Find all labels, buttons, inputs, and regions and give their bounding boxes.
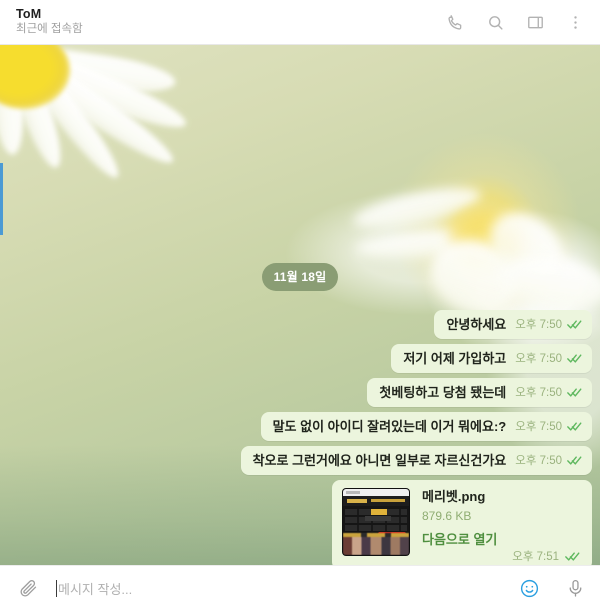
message-meta: 오후 7:50 (515, 418, 582, 435)
message-time: 오후 7:50 (515, 387, 562, 399)
microphone-icon[interactable] (564, 578, 586, 600)
read-receipt-icon (567, 387, 582, 397)
date-separator: 11월 18일 (261, 263, 339, 291)
file-size: 879.6 KB (422, 509, 472, 523)
message-text: 말도 없이 아이디 잘려있는데 이거 뭐에요:? (272, 419, 507, 434)
chat-header: ToM 최근에 접속함 (0, 0, 600, 45)
contact-info[interactable]: ToM 최근에 접속함 (16, 7, 444, 37)
file-name: 메리벳.png (422, 489, 486, 504)
chat-window: ToM 최근에 접속함 11월 18일 안녕하세요 오후 7:50 저기 어제 … (0, 0, 600, 611)
text-cursor (56, 580, 57, 597)
side-panel-icon[interactable] (524, 11, 546, 33)
file-info: 메리벳.png 879.6 KB 다음으로 열기 오후 7:51 (422, 488, 580, 564)
message-text: 저기 어제 가입하고 (403, 351, 507, 366)
read-receipt-icon (567, 421, 582, 431)
message-bubble[interactable]: 첫베팅하고 당첨 됐는데 오후 7:50 (367, 378, 592, 407)
message-time: 오후 7:50 (515, 455, 562, 467)
read-receipt-icon (565, 551, 580, 561)
smiley-icon[interactable] (518, 578, 540, 600)
message-time: 오후 7:50 (515, 421, 562, 433)
message-bubble[interactable]: 말도 없이 아이디 잘려있는데 이거 뭐에요:? 오후 7:50 (260, 412, 592, 441)
read-receipt-icon (567, 353, 582, 363)
file-thumbnail-icon[interactable] (342, 488, 410, 556)
chat-scroll-area[interactable]: 11월 18일 안녕하세요 오후 7:50 저기 어제 가입하고 오후 7:50 (0, 45, 600, 565)
file-message-bubble[interactable]: 메리벳.png 879.6 KB 다음으로 열기 오후 7:51 (332, 480, 592, 565)
message-input[interactable]: 메시지 작성... (50, 566, 508, 611)
message-meta: 오후 7:50 (515, 350, 582, 367)
contact-name: ToM (16, 7, 42, 21)
phone-icon[interactable] (444, 11, 466, 33)
file-message-meta: 오후 7:51 (422, 548, 580, 564)
message-bubble[interactable]: 저기 어제 가입하고 오후 7:50 (391, 344, 592, 373)
message-time: 오후 7:50 (515, 319, 562, 331)
read-receipt-icon (567, 319, 582, 329)
file-message-time: 오후 7:51 (512, 551, 559, 563)
more-vertical-icon[interactable] (564, 11, 586, 33)
message-time: 오후 7:50 (515, 353, 562, 365)
paperclip-icon[interactable] (16, 577, 40, 601)
contact-status: 최근에 접속함 (16, 23, 83, 35)
message-meta: 오후 7:50 (515, 384, 582, 401)
header-actions (444, 11, 586, 33)
search-icon[interactable] (484, 11, 506, 33)
message-meta: 오후 7:50 (515, 316, 582, 333)
message-list: 11월 18일 안녕하세요 오후 7:50 저기 어제 가입하고 오후 7:50 (0, 45, 600, 565)
message-input-placeholder: 메시지 작성... (58, 582, 133, 597)
message-text: 첫베팅하고 당첨 됐는데 (379, 385, 507, 400)
message-bubble[interactable]: 안녕하세요 오후 7:50 (434, 310, 592, 339)
open-with-link[interactable]: 다음으로 열기 (422, 530, 580, 550)
message-text: 착오로 그런거에요 아니면 일부로 자르신건가요 (252, 453, 507, 468)
date-separator-row: 11월 18일 (8, 263, 592, 291)
read-receipt-icon (567, 455, 582, 465)
message-composer: 메시지 작성... (0, 565, 600, 611)
message-meta: 오후 7:50 (515, 452, 582, 469)
message-bubble[interactable]: 착오로 그런거에요 아니면 일부로 자르신건가요 오후 7:50 (240, 446, 592, 475)
message-text: 안녕하세요 (446, 317, 507, 332)
